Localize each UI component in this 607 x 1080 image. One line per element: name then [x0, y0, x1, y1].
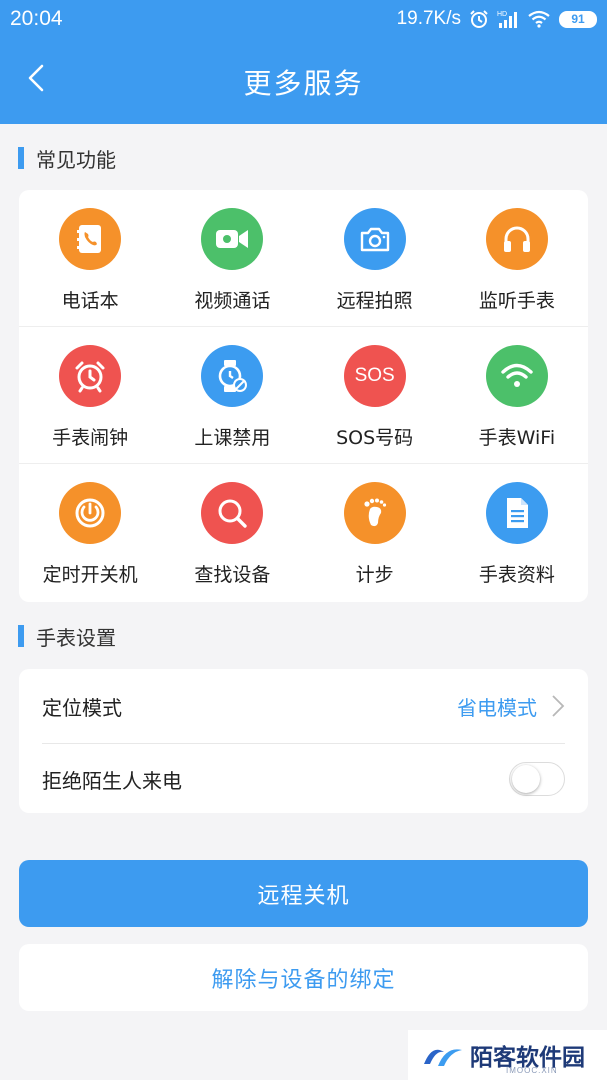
location-mode-label: 定位模式	[42, 695, 122, 720]
headphones-icon	[485, 208, 548, 270]
watermark-logo-icon	[424, 1049, 462, 1066]
battery-level: 91	[571, 12, 585, 26]
function-label: 手表资料	[478, 564, 555, 586]
function-watch-info[interactable]: 手表资料	[446, 464, 588, 601]
function-label: SOS号码	[336, 427, 414, 449]
location-mode-row[interactable]: 定位模式 省电模式	[42, 669, 565, 744]
wifi-icon	[485, 345, 548, 407]
footprint-icon	[343, 482, 406, 544]
watermark: 陌客软件园 IMOOC.XIN	[408, 1030, 607, 1080]
battery-icon: 91	[559, 10, 597, 28]
app-header: 20:04 19.7K/s HD 91 更多服务	[0, 0, 607, 124]
function-remote-photo[interactable]: 远程拍照	[304, 190, 446, 327]
wifi-status-icon	[528, 10, 550, 28]
watermark-subtext: IMOOC.XIN	[506, 1066, 558, 1075]
network-speed: 19.7K/s	[396, 8, 461, 29]
function-step-counter[interactable]: 计步	[304, 464, 446, 601]
section-common-functions: 常见功能	[18, 146, 116, 172]
chevron-right-icon	[552, 695, 565, 717]
search-icon	[201, 482, 264, 544]
nav-bar: 更多服务	[0, 44, 607, 120]
camera-icon	[343, 208, 406, 270]
phonebook-icon	[59, 208, 122, 270]
function-phonebook[interactable]: 电话本	[19, 190, 161, 327]
section-accent-bar	[18, 147, 24, 169]
function-class-disable[interactable]: 上课禁用	[161, 327, 303, 464]
alarm-clock-icon	[59, 345, 122, 407]
function-label: 监听手表	[478, 290, 555, 312]
power-icon	[59, 482, 122, 544]
section-watch-settings: 手表设置	[18, 624, 116, 650]
functions-row: 手表闹钟 上课禁用 SOS SOS号码 手表WiFi	[19, 327, 588, 464]
function-label: 手表WiFi	[478, 427, 556, 449]
function-watch-wifi[interactable]: 手表WiFi	[446, 327, 588, 464]
function-label: 查找设备	[194, 564, 271, 586]
reject-strangers-label: 拒绝陌生人来电	[42, 768, 182, 793]
function-scheduled-power[interactable]: 定时开关机	[19, 464, 161, 601]
function-label: 电话本	[61, 290, 119, 312]
section-title-text: 常见功能	[36, 147, 116, 172]
function-label: 远程拍照	[336, 290, 413, 312]
unbind-device-button[interactable]: 解除与设备的绑定	[19, 944, 588, 1011]
svg-text:HD: HD	[497, 11, 507, 18]
sos-icon: SOS	[343, 345, 406, 407]
sos-glyph: SOS	[354, 365, 395, 386]
signal-icon: HD	[497, 11, 517, 28]
remote-shutdown-button[interactable]: 远程关机	[19, 860, 588, 927]
document-icon	[485, 482, 548, 544]
function-find-device[interactable]: 查找设备	[161, 464, 303, 601]
function-label: 手表闹钟	[52, 427, 129, 449]
reject-strangers-toggle[interactable]	[509, 762, 565, 796]
function-label: 定时开关机	[42, 564, 138, 586]
function-label: 计步	[355, 564, 394, 586]
location-mode-value: 省电模式	[457, 695, 537, 720]
functions-row: 电话本 视频通话 远程拍照 监听手表	[19, 190, 588, 327]
section-accent-bar	[18, 625, 24, 647]
function-sos-numbers[interactable]: SOS SOS号码	[304, 327, 446, 464]
video-camera-icon	[201, 208, 264, 270]
status-bar: 20:04 19.7K/s HD 91	[0, 0, 607, 38]
alarm-status-icon	[470, 10, 488, 28]
settings-card: 定位模式 省电模式 拒绝陌生人来电	[19, 669, 588, 813]
status-time: 20:04	[10, 7, 63, 30]
toggle-knob	[512, 765, 540, 793]
function-monitor-watch[interactable]: 监听手表	[446, 190, 588, 327]
watch-disabled-icon	[201, 345, 264, 407]
status-indicators: 19.7K/s HD 91	[397, 8, 597, 30]
reject-strangers-row: 拒绝陌生人来电	[42, 744, 565, 814]
functions-card: 电话本 视频通话 远程拍照 监听手表 手表闹钟 上课禁用 SOS SOS号码 手…	[19, 190, 588, 602]
function-video-call[interactable]: 视频通话	[161, 190, 303, 327]
function-label: 上课禁用	[194, 427, 271, 449]
section-title-text: 手表设置	[36, 625, 116, 650]
function-watch-alarm[interactable]: 手表闹钟	[19, 327, 161, 464]
functions-row: 定时开关机 查找设备 计步 手表资料	[19, 464, 588, 601]
function-label: 视频通话	[194, 290, 271, 312]
page-title: 更多服务	[243, 67, 364, 100]
